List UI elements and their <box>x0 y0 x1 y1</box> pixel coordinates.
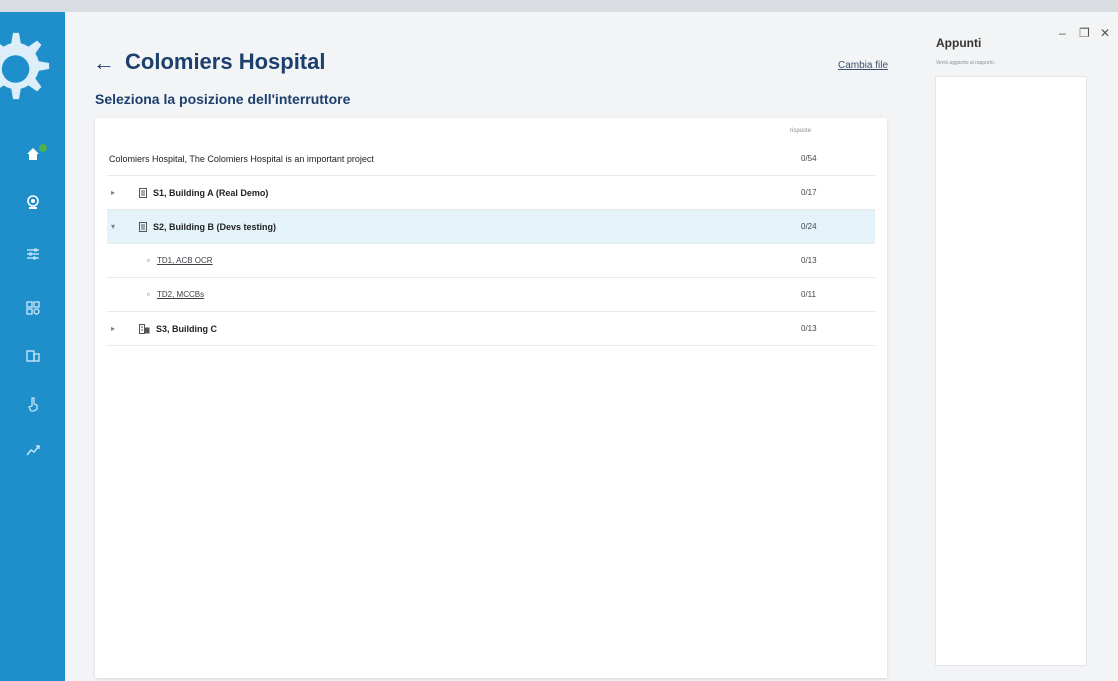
tree-row-label: S1, Building A (Real Demo) <box>153 187 269 198</box>
tree-row-count: 0/13 <box>801 324 817 333</box>
minimize-icon[interactable]: – <box>1059 26 1066 40</box>
notes-panel: Appunti Verrà aggiunto al rapporto. <box>915 12 1118 681</box>
pointer-icon <box>27 397 38 412</box>
project-label: Colomiers Hospital, The Colomiers Hospit… <box>109 153 374 164</box>
tree-row-count: 0/24 <box>801 222 817 231</box>
tree-row-td2[interactable]: ▫ TD2, MCCBs 0/11 <box>107 278 875 312</box>
sidebar <box>0 12 65 681</box>
leaf-dot-icon: ▫ <box>147 256 150 265</box>
sidebar-item-settings[interactable] <box>0 234 65 274</box>
main-content: ← Colomiers Hospital Cambia file Selezio… <box>65 12 915 681</box>
scan-icon <box>26 195 39 209</box>
back-arrow-icon[interactable]: ← <box>93 50 115 76</box>
notes-hint: Verrà aggiunto al rapporto. <box>936 60 996 66</box>
tree-leaf-link[interactable]: TD2, MCCBs <box>157 290 204 299</box>
sidebar-item-scan[interactable] <box>0 182 65 222</box>
device-icon <box>25 350 40 362</box>
sidebar-item-touch[interactable] <box>0 384 65 424</box>
sidebar-item-reports[interactable] <box>0 430 65 470</box>
close-icon[interactable]: ✕ <box>1100 26 1110 40</box>
location-tree-card: risposte Colomiers Hospital, The Colomie… <box>95 118 887 678</box>
sidebar-item-devices[interactable] <box>0 336 65 376</box>
project-count: 0/54 <box>801 154 817 163</box>
page-title: Colomiers Hospital <box>125 49 326 74</box>
tree-row-building-c[interactable]: ▸ S3, Building C 0/13 <box>107 312 875 346</box>
building-icon <box>139 221 147 232</box>
chart-icon <box>25 445 40 456</box>
restore-icon[interactable]: ❐ <box>1079 26 1090 40</box>
status-badge <box>38 143 48 153</box>
building-icon <box>139 187 147 198</box>
tree-row-count: 0/11 <box>801 290 816 299</box>
tree-row-count: 0/17 <box>801 188 817 197</box>
tree-row-count: 0/13 <box>801 256 817 265</box>
page-subtitle: Seleziona la posizione dell'interruttore <box>95 91 351 107</box>
notes-textarea[interactable] <box>935 76 1087 666</box>
grid-icon <box>25 301 40 315</box>
tree-row-building-a[interactable]: ▸ S1, Building A (Real Demo) 0/17 <box>107 176 875 210</box>
chevron-right-icon[interactable]: ▸ <box>111 324 115 333</box>
sliders-icon <box>26 248 39 260</box>
app-window: ← Colomiers Hospital Cambia file Selezio… <box>0 12 1118 681</box>
tree-row-label: S3, Building C <box>156 323 218 334</box>
tree-row-td1[interactable]: ▫ TD1, ACB OCR 0/13 <box>107 244 875 278</box>
tree-row-label: S2, Building B (Devs testing) <box>153 221 277 232</box>
tree-leaf-link[interactable]: TD1, ACB OCR <box>157 256 213 265</box>
notes-title: Appunti <box>936 36 982 50</box>
change-file-link[interactable]: Cambia file <box>838 60 888 71</box>
leaf-dot-icon: ▫ <box>147 290 150 299</box>
buildings-icon <box>139 323 150 334</box>
chevron-right-icon[interactable]: ▸ <box>111 188 115 197</box>
column-header-answers: risposte <box>790 128 812 134</box>
sidebar-item-grid[interactable] <box>0 288 65 328</box>
project-row[interactable]: Colomiers Hospital, The Colomiers Hospit… <box>107 142 875 176</box>
gear-logo-icon <box>0 32 50 100</box>
sidebar-item-home[interactable] <box>0 134 65 174</box>
chevron-down-icon[interactable]: ▾ <box>111 222 115 231</box>
tree-row-building-b[interactable]: ▾ S2, Building B (Devs testing) 0/24 <box>107 210 875 244</box>
